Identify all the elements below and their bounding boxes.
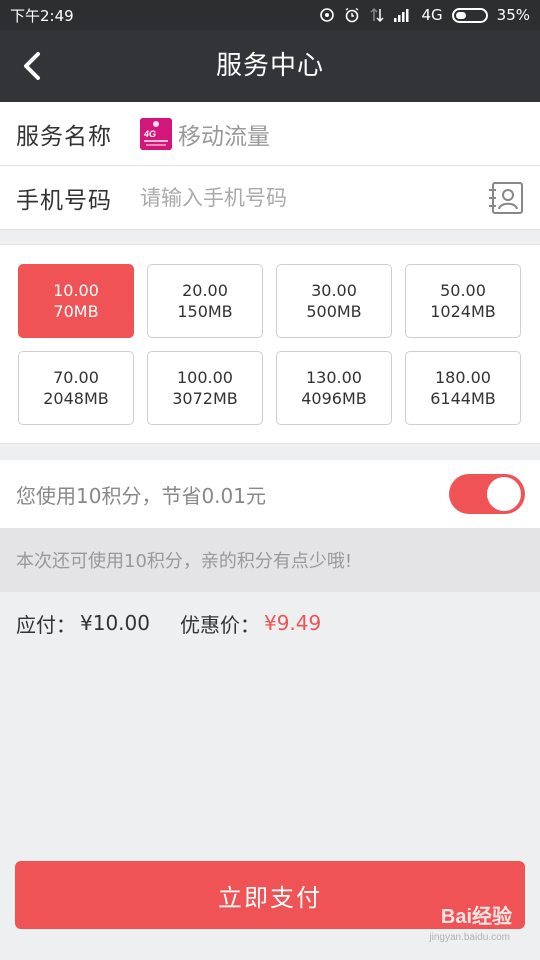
service-name-row: 服务名称 4G 移动流量 — [0, 102, 540, 166]
sync-icon — [320, 8, 335, 22]
watermark-sub: jingyan.baidu.com — [429, 932, 510, 943]
package-option[interactable]: 50.00 1024MB — [405, 264, 521, 338]
package-data: 2048MB — [43, 389, 109, 408]
points-row: 您使用10积分，节省0.01元 — [0, 460, 540, 528]
package-option[interactable]: 10.00 70MB — [18, 264, 134, 338]
phone-number-label: 手机号码 — [16, 187, 112, 214]
svg-text:4G: 4G — [143, 129, 156, 139]
status-icons: 4G 35% — [319, 6, 530, 24]
battery-fill — [455, 11, 466, 19]
package-data: 6144MB — [430, 389, 496, 408]
watermark: Bai经验 — [440, 906, 512, 928]
package-data: 500MB — [306, 302, 362, 321]
phone-number-row: 手机号码 — [0, 166, 540, 230]
points-text: 您使用10积分，节省0.01元 — [16, 483, 266, 508]
package-data: 150MB — [177, 302, 233, 321]
phone-number-input[interactable] — [140, 185, 460, 210]
package-data: 4096MB — [301, 389, 367, 408]
totals: 应付： ¥10.00 优惠价： ¥9.49 — [16, 608, 321, 638]
service-name-label: 服务名称 — [16, 123, 112, 150]
service-name-value: 移动流量 — [178, 123, 270, 150]
package-data: 70MB — [53, 302, 99, 321]
battery-percent: 35% — [496, 6, 530, 24]
pay-now-label: 立即支付 — [218, 883, 322, 912]
alarm-icon — [346, 7, 359, 23]
data-transfer-icon — [370, 7, 385, 23]
points-toggle[interactable] — [449, 474, 525, 514]
contact-picker-button[interactable] — [486, 178, 526, 218]
nav-bar: 服务中心 — [0, 30, 540, 102]
package-price: 10.00 — [53, 281, 99, 300]
discount-label: 优惠价： — [179, 612, 260, 637]
payable-value: ¥10.00 — [80, 611, 150, 635]
package-data: 3072MB — [172, 389, 238, 408]
page-title: 服务中心 — [215, 51, 324, 81]
package-price: 20.00 — [182, 281, 228, 300]
discount-value: ¥9.49 — [263, 611, 322, 635]
package-price: 50.00 — [440, 281, 486, 300]
network-type: 4G — [421, 6, 443, 24]
package-price: 70.00 — [53, 368, 99, 387]
contact-book-icon — [489, 182, 523, 214]
status-time: 下午2:49 — [10, 6, 74, 25]
package-grid: 10.00 70MB 20.00 150MB 30.00 500MB 50.00 1024MB… — [0, 244, 540, 444]
toggle-knob — [487, 477, 521, 511]
package-option[interactable]: 130.00 4096MB — [276, 351, 392, 425]
package-option[interactable]: 30.00 500MB — [276, 264, 392, 338]
package-option[interactable]: 100.00 3072MB — [147, 351, 263, 425]
points-hint-row: 本次还可使用10积分，亲的积分有点少哦! — [0, 528, 540, 592]
package-option[interactable]: 180.00 6144MB — [405, 351, 521, 425]
package-option[interactable]: 20.00 150MB — [147, 264, 263, 338]
package-option[interactable]: 70.00 2048MB — [18, 351, 134, 425]
package-price: 130.00 — [306, 368, 362, 387]
package-price: 100.00 — [177, 368, 233, 387]
china-mobile-4g-logo: 4G — [140, 117, 172, 150]
payable-label: 应付： — [16, 612, 76, 637]
points-hint: 本次还可使用10积分，亲的积分有点少哦! — [16, 551, 353, 572]
signal-icon — [394, 9, 409, 22]
package-price: 180.00 — [435, 368, 491, 387]
package-data: 1024MB — [430, 302, 496, 321]
battery-icon — [451, 7, 488, 23]
package-price: 30.00 — [311, 281, 357, 300]
status-bar: 下午2:49 4G 35% — [0, 0, 540, 30]
